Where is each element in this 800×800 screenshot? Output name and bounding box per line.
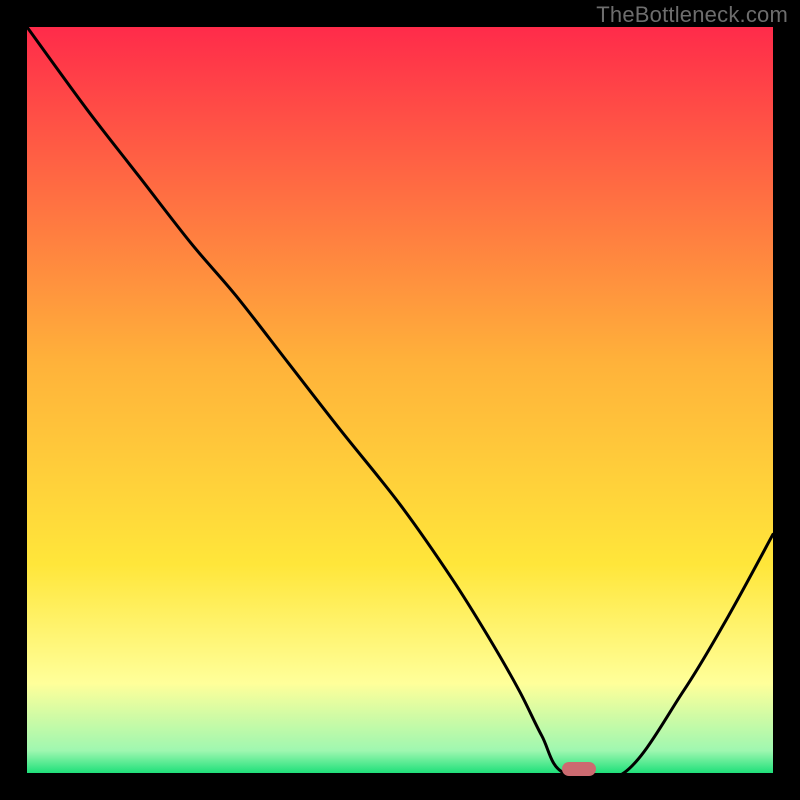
plot-area: [27, 27, 773, 773]
optimal-marker: [562, 762, 596, 776]
watermark-text: TheBottleneck.com: [596, 2, 788, 28]
bottleneck-curve: [27, 27, 773, 773]
chart-frame: TheBottleneck.com: [0, 0, 800, 800]
